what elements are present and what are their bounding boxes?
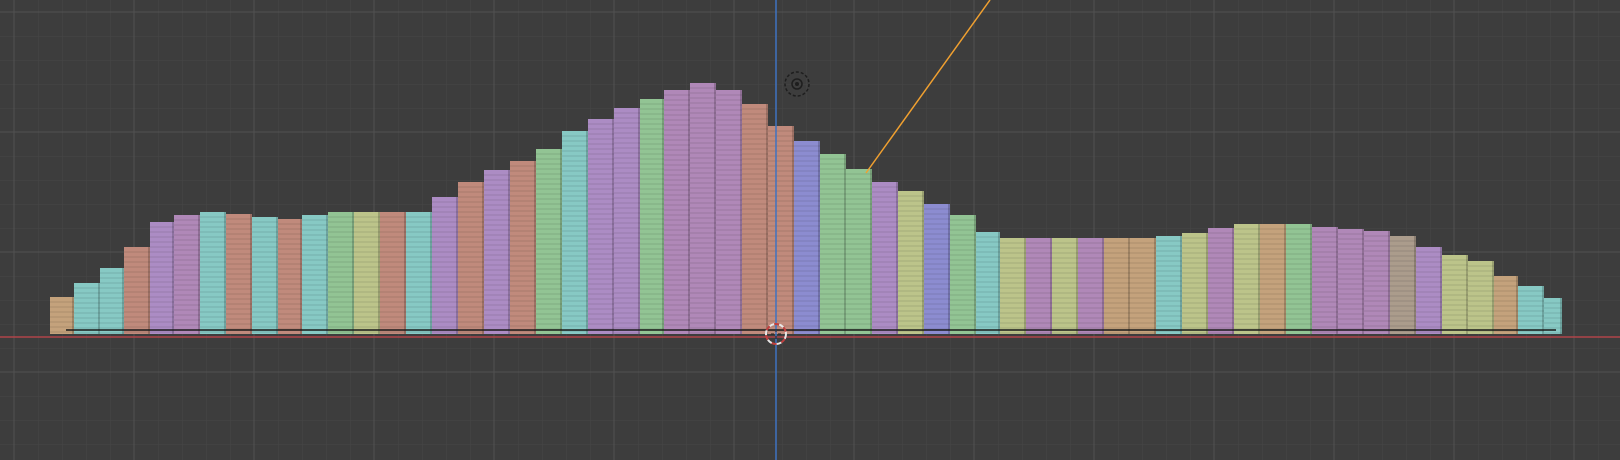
mesh-column[interactable] (1078, 238, 1104, 334)
mesh-column[interactable] (124, 247, 150, 334)
mesh-column[interactable] (924, 204, 950, 334)
mesh-column[interactable] (872, 182, 898, 334)
mesh-column[interactable] (1416, 247, 1442, 334)
mesh-column[interactable] (510, 161, 536, 334)
mesh-column[interactable] (1208, 228, 1234, 334)
mesh-column[interactable] (50, 297, 74, 334)
mesh-column[interactable] (484, 170, 510, 334)
mesh-column[interactable] (562, 131, 588, 334)
mesh-column[interactable] (1312, 227, 1338, 334)
mesh-column[interactable] (1104, 238, 1130, 334)
mesh-column[interactable] (1000, 238, 1026, 334)
mesh-column[interactable] (1234, 224, 1260, 334)
mesh-column[interactable] (226, 214, 252, 334)
mesh-column[interactable] (458, 182, 484, 334)
mesh-column[interactable] (820, 154, 846, 334)
mesh-column[interactable] (380, 212, 406, 334)
mesh-column[interactable] (664, 90, 690, 334)
mesh-column[interactable] (742, 104, 768, 334)
mesh-column[interactable] (328, 212, 354, 334)
mesh-column[interactable] (432, 197, 458, 334)
mesh-column[interactable] (614, 108, 640, 334)
mesh-column[interactable] (950, 215, 976, 334)
mesh-column[interactable] (1442, 255, 1468, 334)
mesh-column[interactable] (150, 222, 174, 334)
mesh-column[interactable] (690, 83, 716, 334)
mesh-column[interactable] (174, 215, 200, 334)
mesh-column[interactable] (1156, 236, 1182, 334)
mesh-column[interactable] (794, 141, 820, 334)
mesh-column[interactable] (1494, 276, 1518, 334)
mesh-column[interactable] (1052, 238, 1078, 334)
mesh-column[interactable] (1390, 236, 1416, 334)
viewport-scene (0, 0, 1620, 460)
mesh-column[interactable] (354, 212, 380, 334)
mesh-column[interactable] (302, 215, 328, 334)
mesh-column[interactable] (1364, 231, 1390, 334)
mesh-column[interactable] (1130, 238, 1156, 334)
mesh-column[interactable] (406, 212, 432, 334)
mesh-column[interactable] (716, 90, 742, 334)
mesh-column[interactable] (1286, 224, 1312, 334)
mesh-column[interactable] (74, 283, 100, 334)
mesh-column[interactable] (1518, 286, 1544, 334)
mesh-column[interactable] (976, 232, 1000, 334)
mesh-column[interactable] (640, 99, 664, 334)
3d-viewport[interactable] (0, 0, 1620, 460)
mesh-column[interactable] (1338, 229, 1364, 334)
mesh-column[interactable] (768, 126, 794, 334)
mesh-column[interactable] (1468, 261, 1494, 334)
mesh-column[interactable] (536, 149, 562, 334)
mesh-column[interactable] (1026, 238, 1052, 334)
mesh-column[interactable] (1544, 298, 1562, 334)
mesh-column[interactable] (1182, 233, 1208, 334)
mesh-column[interactable] (1260, 224, 1286, 334)
mesh-column[interactable] (278, 219, 302, 334)
mesh-column[interactable] (898, 191, 924, 334)
mesh-column[interactable] (200, 212, 226, 334)
mesh-column[interactable] (846, 169, 872, 334)
mesh-column[interactable] (252, 217, 278, 334)
mesh-column[interactable] (588, 119, 614, 334)
mesh-column[interactable] (100, 268, 124, 334)
